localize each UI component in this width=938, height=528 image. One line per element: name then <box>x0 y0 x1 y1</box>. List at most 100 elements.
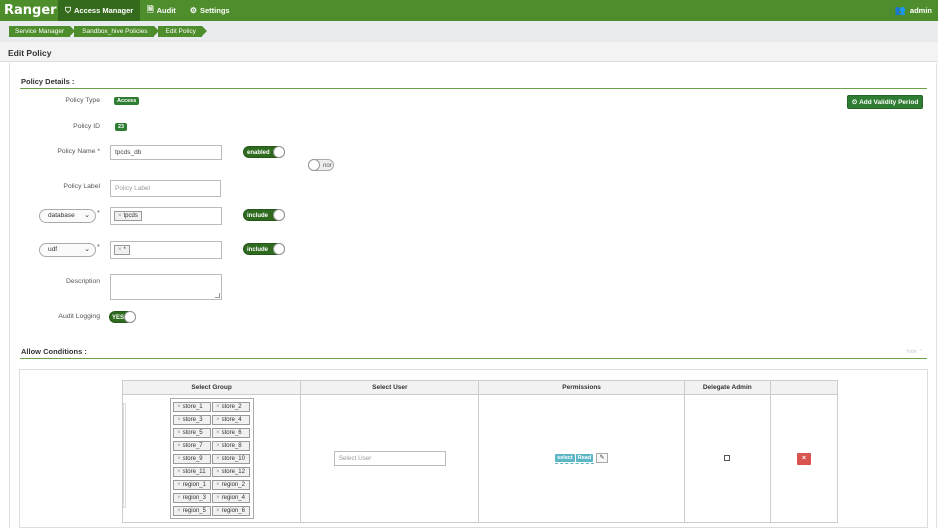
remove-tag-icon[interactable]: × <box>177 456 181 462</box>
group-tag-label: region_4 <box>221 494 245 501</box>
group-tag: × store_9 <box>173 453 212 464</box>
remove-tag-icon[interactable]: × <box>216 495 220 501</box>
nav-audit[interactable]: 🗎 Audit <box>140 0 183 21</box>
policy-name-label: Policy Name * <box>57 148 100 155</box>
user-menu[interactable]: 👥 admin <box>895 0 932 21</box>
nav-settings-label: Settings <box>199 6 230 15</box>
col-select-group: Select Group <box>121 380 302 395</box>
policy-label-label: Policy Label <box>63 183 100 190</box>
group-tag: × store_4 <box>212 414 251 425</box>
policy-enabled-toggle[interactable]: enabled <box>243 146 285 158</box>
resource-type-udf-value: udf <box>48 246 58 253</box>
allow-conditions-table: Select Group Select User Permissions Del… <box>121 380 839 523</box>
allow-conditions-panel: Select Group Select User Permissions Del… <box>19 369 928 528</box>
remove-tag-icon[interactable]: × <box>177 482 181 488</box>
remove-tag-icon[interactable]: × <box>177 469 181 475</box>
group-tag: × store_6 <box>212 427 251 438</box>
hide-allow-conditions-link[interactable]: hide ⌃ <box>906 349 923 355</box>
group-tag-label: region_1 <box>182 481 206 488</box>
group-tag-label: store_10 <box>221 455 245 462</box>
remove-tag-icon[interactable]: × <box>216 404 220 410</box>
group-tag-label: store_3 <box>182 416 203 423</box>
delegate-admin-checkbox[interactable] <box>724 454 731 461</box>
gear-icon: ⚙ <box>189 6 197 15</box>
remove-tag-icon[interactable]: × <box>177 443 181 449</box>
remove-tag-icon[interactable]: × <box>177 404 181 410</box>
policy-details-divider <box>20 88 927 89</box>
group-scrollbar[interactable] <box>123 403 126 508</box>
policy-label-input[interactable]: Policy Label <box>110 180 221 197</box>
nav-access-manager[interactable]: ⛉ Access Manager <box>58 0 141 21</box>
select-group-cell: × store_1 × store_2× store_3 × store_4× store_5… <box>121 394 302 523</box>
remove-tag-icon[interactable]: × <box>177 508 181 514</box>
audit-logging-toggle-label: YES <box>112 315 125 321</box>
clock-icon: ⏲ <box>852 99 858 106</box>
resource-type-select-udf[interactable]: udf ⌄ <box>39 243 96 257</box>
group-select-input[interactable]: × store_1 × store_2× store_3 × store_4× store_5… <box>169 398 254 519</box>
group-tag-label: store_12 <box>221 468 245 475</box>
udf-include-toggle[interactable]: include <box>243 243 285 255</box>
actions-cell: × <box>769 394 839 523</box>
toggle-knob <box>273 243 285 255</box>
description-label: Description <box>66 278 100 285</box>
group-tag: × region_5 <box>173 505 212 516</box>
remove-tag-icon[interactable]: × <box>216 456 220 462</box>
group-tag-label: region_6 <box>221 507 245 514</box>
database-tag-label: tpcds <box>123 213 138 219</box>
remove-tag-icon[interactable]: × <box>177 430 181 436</box>
add-validity-period-button[interactable]: ⏲ Add Validity Period <box>847 95 924 109</box>
policy-type-label: Policy Type <box>65 97 100 104</box>
policy-priority-toggle[interactable]: nor <box>308 159 334 171</box>
remove-tag-icon[interactable]: × <box>216 430 220 436</box>
top-nav: Ranger ⛉ Access Manager 🗎 Audit ⚙ Settin… <box>0 0 938 21</box>
breadcrumb-sandbox-hive-policies[interactable]: Sandbox_hive Policies <box>74 26 159 37</box>
udf-tag: × * <box>114 245 130 255</box>
breadcrumb-edit-policy[interactable]: Edit Policy <box>157 26 208 37</box>
group-tag-label: store_9 <box>182 455 203 462</box>
nav-settings[interactable]: ⚙ Settings <box>183 0 237 21</box>
select-user-input[interactable]: Select User <box>333 451 446 466</box>
remove-tag-icon[interactable]: × <box>216 469 220 475</box>
remove-tag-icon[interactable]: × <box>177 417 181 423</box>
group-tag: × region_1 <box>173 479 212 490</box>
group-tag: × store_2 <box>212 401 251 412</box>
remove-tag-icon[interactable]: × <box>216 417 220 423</box>
delegate-admin-cell <box>683 394 771 523</box>
group-tag: × store_11 <box>173 466 212 477</box>
group-tag-label: store_7 <box>182 442 203 449</box>
resize-handle[interactable] <box>215 293 220 298</box>
description-textarea[interactable] <box>110 274 222 300</box>
remove-tag-icon[interactable]: × <box>177 495 181 501</box>
policy-name-input[interactable]: tpcds_db <box>110 145 222 160</box>
chevron-down-icon: ⌄ <box>84 246 90 253</box>
remove-tag-icon[interactable]: × <box>216 508 220 514</box>
group-tag: × store_7 <box>173 440 212 451</box>
group-tag-label: store_11 <box>182 468 206 475</box>
remove-tag-icon[interactable]: × <box>118 213 122 219</box>
ranger-logo[interactable]: Ranger <box>0 3 58 18</box>
group-tag: × region_3 <box>173 492 212 503</box>
group-tag: × region_2 <box>212 479 251 490</box>
permissions-cell: select Read ✎ <box>478 394 685 523</box>
policy-id-badge: 23 <box>115 123 128 131</box>
breadcrumb-service-manager[interactable]: Service Manager <box>9 26 76 37</box>
audit-logging-toggle[interactable]: YES <box>109 311 136 323</box>
breadcrumb: Service Manager Sandbox_hive Policies Ed… <box>0 21 938 42</box>
udf-values-input[interactable]: × * <box>110 241 222 259</box>
remove-tag-icon[interactable]: × <box>216 443 220 449</box>
remove-tag-icon[interactable]: × <box>216 482 220 488</box>
group-tag: × store_8 <box>212 440 251 451</box>
resource-type-select-database[interactable]: database ⌄ <box>39 209 96 223</box>
udf-tag-label: * <box>123 247 126 253</box>
database-include-toggle[interactable]: include <box>243 209 285 221</box>
remove-tag-icon[interactable]: × <box>118 247 122 253</box>
user-name: admin <box>909 6 932 15</box>
select-user-cell: Select User <box>300 394 480 523</box>
edit-permissions-icon[interactable]: ✎ <box>596 452 609 463</box>
table-row: × store_1 × store_2× store_3 × store_4× store_5… <box>121 394 839 523</box>
permissions-list[interactable]: select Read <box>555 454 595 465</box>
group-tag-label: store_8 <box>221 442 242 449</box>
database-values-input[interactable]: × tpcds <box>110 207 222 225</box>
delete-row-button[interactable]: × <box>796 452 811 465</box>
policy-priority-toggle-label: nor <box>323 163 332 169</box>
